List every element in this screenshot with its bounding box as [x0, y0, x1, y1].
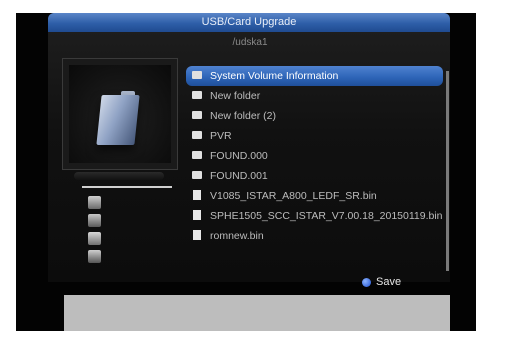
file-item[interactable]: romnew.bin: [186, 226, 443, 246]
item-label: romnew.bin: [210, 230, 264, 242]
footer-bar: [64, 295, 450, 331]
media-icon[interactable]: [88, 232, 101, 245]
folder-icon: [192, 71, 202, 80]
item-label: SPHE1505_SCC_ISTAR_V7.00.18_20150119.bin: [210, 210, 443, 222]
divider-line: [82, 186, 172, 188]
folder-item[interactable]: PVR: [186, 126, 443, 146]
file-icon: [193, 230, 201, 241]
window-title: USB/Card Upgrade: [48, 13, 450, 32]
folder-item[interactable]: FOUND.000: [186, 146, 443, 166]
scrollbar[interactable]: [446, 71, 449, 271]
file-item[interactable]: SPHE1505_SCC_ISTAR_V7.00.18_20150119.bin: [186, 206, 443, 226]
preview-divider: [74, 172, 164, 180]
file-icon: [193, 210, 201, 221]
folder-item[interactable]: FOUND.001: [186, 166, 443, 186]
folder-item[interactable]: New folder: [186, 86, 443, 106]
item-label: V1085_ISTAR_A800_LEDF_SR.bin: [210, 190, 377, 202]
file-icon: [193, 190, 201, 201]
file-list: System Volume Information New folder New f…: [186, 66, 443, 246]
folder-icon: [192, 111, 202, 120]
preview-pane: [62, 58, 178, 170]
item-label: System Volume Information: [210, 70, 339, 82]
folder-icon: [192, 171, 202, 180]
save-button[interactable]: Save: [362, 276, 401, 288]
save-label: Save: [376, 276, 402, 288]
folder-item[interactable]: System Volume Information: [186, 66, 443, 86]
folder-preview-icon: [96, 95, 140, 145]
folder-item[interactable]: New folder (2): [186, 106, 443, 126]
user-icon[interactable]: [88, 214, 101, 227]
folder-icon: [192, 91, 202, 100]
current-path: /udska1: [232, 37, 268, 48]
blue-key-icon: [362, 277, 371, 287]
file-item[interactable]: V1085_ISTAR_A800_LEDF_SR.bin: [186, 186, 443, 206]
item-label: FOUND.000: [210, 150, 268, 162]
item-label: New folder (2): [210, 110, 276, 122]
preview-image: [69, 65, 171, 163]
folder-icon: [192, 131, 202, 140]
item-label: New folder: [210, 90, 261, 102]
item-label: PVR: [210, 130, 232, 142]
settings-icon[interactable]: [88, 196, 101, 209]
folder-icon: [192, 151, 202, 160]
item-label: FOUND.001: [210, 170, 268, 182]
network-icon[interactable]: [88, 250, 101, 263]
